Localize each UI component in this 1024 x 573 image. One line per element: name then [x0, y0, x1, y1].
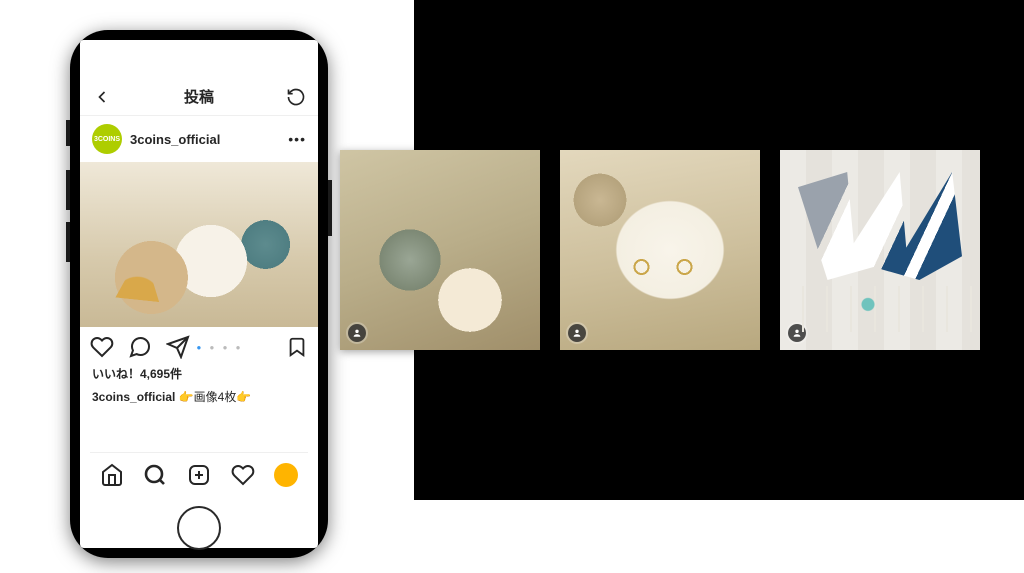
user-icon [352, 328, 362, 338]
tagged-user-badge[interactable] [788, 324, 806, 342]
more-button[interactable]: ••• [288, 131, 306, 147]
phone-screen: 投稿 3COINS 3coins_official ••• ● ● ● ● いい… [80, 40, 318, 548]
tab-profile[interactable] [274, 463, 298, 487]
avatar[interactable]: 3COINS [92, 124, 122, 154]
add-icon [187, 463, 211, 487]
home-icon [100, 463, 124, 487]
caption-text: 👉画像4枚👉 [179, 390, 252, 404]
post-caption: 3coins_official 👉画像4枚👉 [80, 384, 318, 405]
chevron-left-icon [92, 87, 112, 107]
reload-button[interactable] [286, 87, 306, 107]
caption-username[interactable]: 3coins_official [92, 390, 175, 404]
thumbnail-1[interactable] [340, 150, 540, 350]
tagged-user-badge[interactable] [348, 324, 366, 342]
back-button[interactable] [92, 87, 112, 107]
heart-icon[interactable] [90, 335, 114, 359]
post-image-carousel[interactable] [80, 162, 318, 327]
user-icon [792, 328, 802, 338]
bookmark-icon[interactable] [286, 336, 308, 358]
tab-home[interactable] [100, 463, 124, 487]
user-icon [572, 328, 582, 338]
tagged-user-badge[interactable] [568, 324, 586, 342]
search-icon [143, 463, 167, 487]
thumbnail-row [340, 150, 980, 350]
phone-home-button [177, 506, 221, 550]
tab-activity[interactable] [231, 463, 255, 487]
post-header: 3COINS 3coins_official ••• [80, 116, 318, 162]
comment-icon[interactable] [128, 335, 152, 359]
likes-count[interactable]: いいね！4,695件 [80, 363, 318, 384]
carousel-indicator: ● ● ● ● [154, 343, 286, 352]
reload-icon [286, 87, 306, 107]
page-title: 投稿 [184, 86, 214, 107]
tab-add[interactable] [187, 463, 211, 487]
tab-bar [90, 452, 308, 496]
post-username[interactable]: 3coins_official [130, 132, 288, 147]
thumbnail-2[interactable] [560, 150, 760, 350]
app-header: 投稿 [80, 78, 318, 116]
thumbnail-3[interactable] [780, 150, 980, 350]
post-action-bar: ● ● ● ● [80, 327, 318, 363]
tab-search[interactable] [143, 463, 167, 487]
phone-frame: 投稿 3COINS 3coins_official ••• ● ● ● ● いい… [70, 30, 328, 558]
heart-outline-icon [231, 463, 255, 487]
